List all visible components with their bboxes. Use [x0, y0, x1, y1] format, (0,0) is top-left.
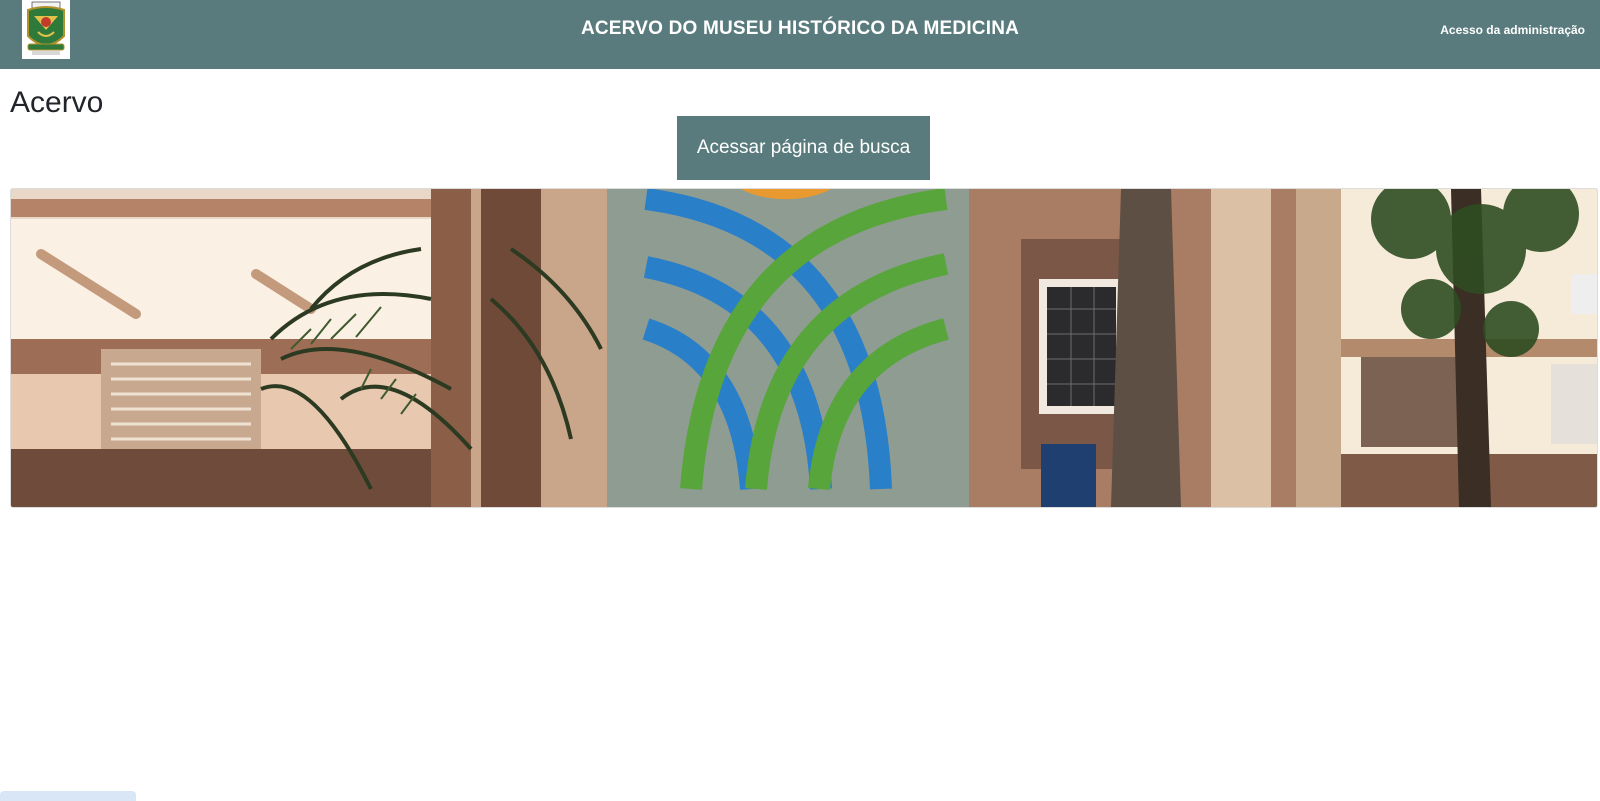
- bottom-tab[interactable]: [0, 791, 136, 801]
- site-title: ACERVO DO MUSEU HISTÓRICO DA MEDICINA: [580, 18, 1020, 39]
- admin-access-link[interactable]: Acesso da administração: [1440, 23, 1585, 37]
- top-header: ACERVO DO MUSEU HISTÓRICO DA MEDICINA Ac…: [0, 0, 1600, 69]
- page-title: Acervo: [10, 86, 104, 119]
- museum-banner-image: [10, 188, 1598, 508]
- search-page-button[interactable]: Acessar página de busca: [677, 116, 930, 180]
